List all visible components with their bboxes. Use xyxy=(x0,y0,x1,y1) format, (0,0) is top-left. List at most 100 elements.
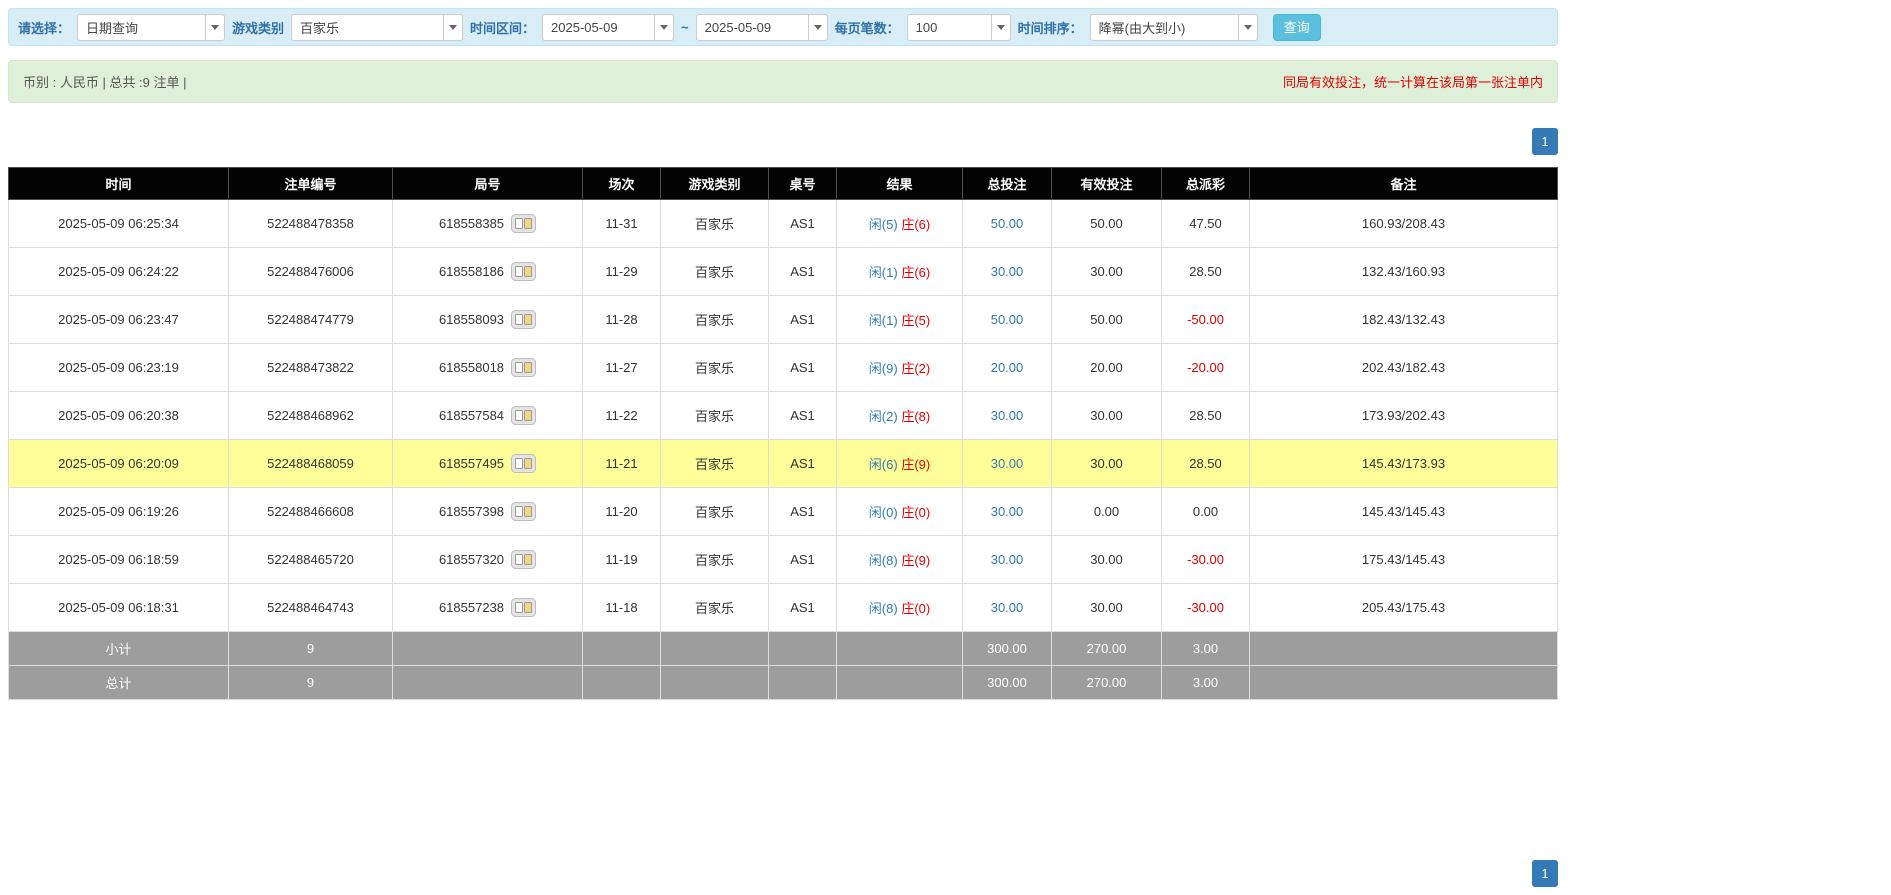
banker-result: 庄(6) xyxy=(901,217,930,232)
query-type-value: 日期查询 xyxy=(78,15,205,40)
column-header: 游戏类别 xyxy=(661,168,769,200)
total-empty xyxy=(393,666,583,700)
replay-icon[interactable] xyxy=(511,358,536,377)
cell-note: 160.93/208.43 xyxy=(1250,200,1558,248)
cell-game-type: 百家乐 xyxy=(661,488,769,536)
replay-icon[interactable] xyxy=(511,550,536,569)
page-button-1-bottom[interactable]: 1 xyxy=(1532,860,1558,887)
cell-session: 11-27 xyxy=(583,344,661,392)
game-type-select[interactable]: 百家乐 xyxy=(291,14,463,41)
cell-valid-bet: 30.00 xyxy=(1052,248,1162,296)
page-size-select[interactable]: 100 xyxy=(907,14,1011,41)
table-head-row: 时间注单编号局号场次游戏类别桌号结果总投注有效投注总派彩备注 xyxy=(9,168,1558,200)
page-button-1[interactable]: 1 xyxy=(1532,128,1558,155)
cell-result: 闲(5) 庄(6) xyxy=(837,200,963,248)
cell-time: 2025-05-09 06:20:09 xyxy=(9,440,229,488)
round-id-text: 618558093 xyxy=(439,312,504,327)
game-type-value: 百家乐 xyxy=(292,15,443,40)
cell-total-bet: 30.00 xyxy=(963,584,1052,632)
cell-game-type: 百家乐 xyxy=(661,200,769,248)
table-row: 2025-05-09 06:23:47 522488474779 6185580… xyxy=(9,296,1558,344)
cell-total-bet: 30.00 xyxy=(963,536,1052,584)
replay-icon[interactable] xyxy=(511,598,536,617)
date-from-select[interactable]: 2025-05-09 xyxy=(542,14,674,41)
cell-result: 闲(6) 庄(9) xyxy=(837,440,963,488)
chevron-down-icon xyxy=(205,15,224,40)
date-to-value: 2025-05-09 xyxy=(697,15,808,40)
sort-order-select[interactable]: 降幂(由大到小) xyxy=(1090,14,1258,41)
table-row: 2025-05-09 06:25:34 522488478358 6185583… xyxy=(9,200,1558,248)
banker-result: 庄(0) xyxy=(901,601,930,616)
replay-icon[interactable] xyxy=(511,454,536,473)
cell-total-bet: 50.00 xyxy=(963,296,1052,344)
cell-valid-bet: 30.00 xyxy=(1052,392,1162,440)
banker-result: 庄(8) xyxy=(901,409,930,424)
cell-table-no: AS1 xyxy=(769,488,837,536)
cell-payout: -30.00 xyxy=(1162,584,1250,632)
total-empty xyxy=(583,666,661,700)
pagination-top: 1 xyxy=(8,128,1558,155)
query-button[interactable]: 查询 xyxy=(1273,14,1321,41)
cell-game-type: 百家乐 xyxy=(661,392,769,440)
column-header: 场次 xyxy=(583,168,661,200)
cell-bet-id: 522488468962 xyxy=(229,392,393,440)
cell-result: 闲(0) 庄(0) xyxy=(837,488,963,536)
filter-label-sort: 时间排序： xyxy=(1018,18,1083,37)
subtotal-empty xyxy=(1250,632,1558,666)
replay-icon[interactable] xyxy=(511,214,536,233)
filter-label-game-type: 游戏类别 xyxy=(232,18,284,37)
subtotal-row: 小计 9 300.00 270.00 3.00 xyxy=(9,632,1558,666)
cell-bet-id: 522488474779 xyxy=(229,296,393,344)
cell-table-no: AS1 xyxy=(769,248,837,296)
total-bet-link[interactable]: 30.00 xyxy=(991,408,1024,423)
cell-table-no: AS1 xyxy=(769,200,837,248)
cell-valid-bet: 50.00 xyxy=(1052,200,1162,248)
replay-icon[interactable] xyxy=(511,262,536,281)
sort-order-value: 降幂(由大到小) xyxy=(1091,15,1238,40)
round-id-text: 618557584 xyxy=(439,408,504,423)
cell-time: 2025-05-09 06:19:26 xyxy=(9,488,229,536)
replay-icon[interactable] xyxy=(511,502,536,521)
cell-bet-id: 522488473822 xyxy=(229,344,393,392)
round-id-text: 618557238 xyxy=(439,600,504,615)
cell-valid-bet: 30.00 xyxy=(1052,440,1162,488)
summary-bar: 币别 : 人民币 | 总共 :9 注单 | 同局有效投注，统一计算在该局第一张注… xyxy=(8,60,1558,103)
column-header: 注单编号 xyxy=(229,168,393,200)
total-bet-link[interactable]: 30.00 xyxy=(991,504,1024,519)
cell-note: 202.43/182.43 xyxy=(1250,344,1558,392)
total-bet-link[interactable]: 30.00 xyxy=(991,552,1024,567)
date-from-value: 2025-05-09 xyxy=(543,15,654,40)
total-bet-link[interactable]: 30.00 xyxy=(991,456,1024,471)
subtotal-payout: 3.00 xyxy=(1162,632,1250,666)
cell-bet-id: 522488464743 xyxy=(229,584,393,632)
total-bet-link[interactable]: 30.00 xyxy=(991,600,1024,615)
player-result: 闲(9) xyxy=(869,361,898,376)
banker-result: 庄(5) xyxy=(901,313,930,328)
cell-total-bet: 30.00 xyxy=(963,248,1052,296)
table-row: 2025-05-09 06:18:31 522488464743 6185572… xyxy=(9,584,1558,632)
total-bet-link[interactable]: 50.00 xyxy=(991,312,1024,327)
table-body: 2025-05-09 06:25:34 522488478358 6185583… xyxy=(9,200,1558,632)
replay-icon[interactable] xyxy=(511,310,536,329)
total-empty xyxy=(769,666,837,700)
cell-note: 175.43/145.43 xyxy=(1250,536,1558,584)
cell-table-no: AS1 xyxy=(769,584,837,632)
total-bet-link[interactable]: 20.00 xyxy=(991,360,1024,375)
cell-round-id: 618557320 xyxy=(393,536,583,584)
date-to-select[interactable]: 2025-05-09 xyxy=(696,14,828,41)
cell-payout: -30.00 xyxy=(1162,536,1250,584)
cell-round-id: 618557238 xyxy=(393,584,583,632)
total-bet-link[interactable]: 50.00 xyxy=(991,216,1024,231)
chevron-down-icon xyxy=(443,15,462,40)
cell-result: 闲(8) 庄(9) xyxy=(837,536,963,584)
subtotal-empty xyxy=(769,632,837,666)
total-row: 总计 9 300.00 270.00 3.00 xyxy=(9,666,1558,700)
replay-icon[interactable] xyxy=(511,406,536,425)
cell-session: 11-29 xyxy=(583,248,661,296)
total-bet-link[interactable]: 30.00 xyxy=(991,264,1024,279)
subtotal-empty xyxy=(837,632,963,666)
cell-session: 11-18 xyxy=(583,584,661,632)
query-type-select[interactable]: 日期查询 xyxy=(77,14,225,41)
total-label: 总计 xyxy=(9,666,229,700)
round-id-text: 618558186 xyxy=(439,264,504,279)
